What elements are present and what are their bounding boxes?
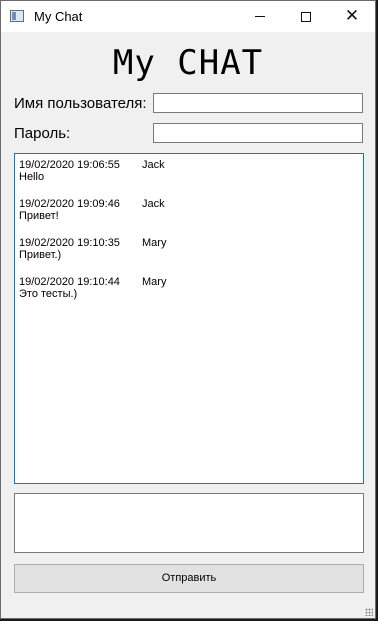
chat-history[interactable]: 19/02/2020 19:06:55 Jack Hello 19/02/2020… — [14, 153, 364, 484]
title-bar[interactable]: My Chat ✕ — [1, 1, 375, 32]
message-text: Привет.) — [19, 249, 62, 261]
app-heading: My CHAT — [112, 43, 264, 83]
message-user: Mary — [142, 237, 167, 249]
message-text: Привет! — [19, 210, 59, 222]
close-icon: ✕ — [344, 6, 360, 26]
message-text: Hello — [19, 171, 45, 183]
message-input[interactable] — [14, 493, 364, 553]
password-label: Пароль: — [14, 125, 71, 142]
username-label: Имя пользователя: — [14, 95, 147, 112]
message-user: Jack — [142, 198, 165, 210]
resize-grip-icon[interactable] — [365, 608, 373, 616]
app-window: My Chat ✕ My CHAT Имя пользователя: Паро… — [0, 0, 376, 619]
minimize-button[interactable] — [237, 1, 283, 32]
maximize-button[interactable] — [283, 1, 329, 32]
message-time: 19/02/2020 19:10:44 — [19, 276, 120, 288]
window-title: My Chat — [34, 9, 83, 24]
send-button[interactable]: Отправить — [14, 564, 364, 593]
app-window-icon — [10, 10, 24, 22]
message-user: Mary — [142, 276, 167, 288]
username-field[interactable] — [153, 93, 363, 113]
message-time: 19/02/2020 19:09:46 — [19, 198, 120, 210]
message-text: Это тесты.) — [19, 288, 78, 300]
close-button[interactable]: ✕ — [329, 1, 375, 32]
chat-message: 19/02/2020 19:10:44 Mary Это тесты.) — [19, 276, 349, 300]
chat-message: 19/02/2020 19:06:55 Jack Hello — [19, 159, 349, 183]
maximize-icon — [301, 11, 311, 22]
minimize-icon — [255, 16, 265, 17]
message-time: 19/02/2020 19:06:55 — [19, 159, 120, 171]
message-user: Jack — [142, 159, 165, 171]
chat-message: 19/02/2020 19:10:35 Mary Привет.) — [19, 237, 349, 261]
message-time: 19/02/2020 19:10:35 — [19, 237, 120, 249]
chat-message: 19/02/2020 19:09:46 Jack Привет! — [19, 198, 349, 222]
password-field[interactable] — [153, 123, 363, 143]
